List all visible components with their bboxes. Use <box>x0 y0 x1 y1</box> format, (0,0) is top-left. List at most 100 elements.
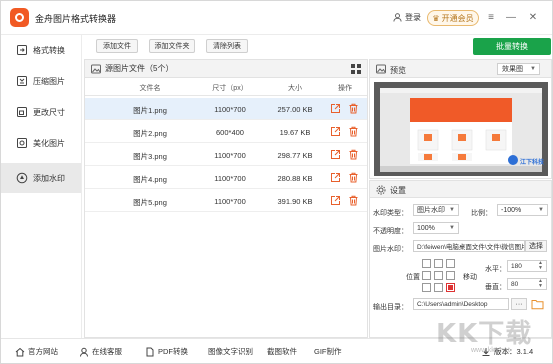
delete-icon[interactable] <box>348 103 359 114</box>
image-icon <box>376 64 386 74</box>
gear-icon <box>376 185 386 195</box>
open-file-icon[interactable] <box>330 103 341 114</box>
sidebar-item-compress[interactable]: 压缩图片 <box>1 66 81 96</box>
pdf-convert-link[interactable]: PDF转换 <box>145 346 188 357</box>
browse-button[interactable]: ··· <box>511 298 527 310</box>
stepper-arrows-icon: ▲ ▼ <box>538 260 543 271</box>
chevron-down-icon: ▼ <box>530 66 536 72</box>
preview-mode-value: 效果图 <box>502 66 523 73</box>
open-file-icon[interactable] <box>330 195 341 206</box>
add-file-button[interactable]: 添加文件 <box>96 39 138 53</box>
preview-header: 预览 效果图 ▼ <box>370 60 551 78</box>
position-bottom-left[interactable] <box>422 283 431 292</box>
output-dir-input[interactable]: C:\Users\admin\Desktop <box>413 298 509 310</box>
preview-title: 预览 <box>390 66 406 75</box>
official-site-link[interactable]: 官方网站 <box>15 346 58 357</box>
position-middle-left[interactable] <box>422 271 431 280</box>
delete-icon[interactable] <box>348 172 359 183</box>
position-top-left[interactable] <box>422 259 431 268</box>
file-list-columns: 文件名 尺寸（px） 大小 操作 <box>85 78 367 96</box>
user-icon <box>393 13 402 22</box>
clear-list-button[interactable]: 清除列表 <box>206 39 248 53</box>
table-row[interactable]: 图片1.png 1100*700 257.00 KB <box>85 98 367 120</box>
file-size: 391.90 KB <box>277 197 313 206</box>
format-convert-icon <box>17 45 27 55</box>
preview-panel: 预览 效果图 ▼ 江下科技 <box>369 59 552 179</box>
position-center[interactable] <box>434 271 443 280</box>
close-icon[interactable]: ✕ <box>526 10 540 24</box>
opacity-select[interactable]: 100% ▼ <box>413 222 459 234</box>
position-label: 位置 <box>406 274 420 281</box>
column-actions: 操作 <box>338 85 352 92</box>
watermark-type-value: 图片水印 <box>417 207 445 214</box>
table-row[interactable]: 图片3.png 1100*700 298.77 KB <box>85 144 367 166</box>
position-bottom-right[interactable] <box>446 283 455 292</box>
crown-icon: ♛ <box>432 13 440 23</box>
ocr-label: 图像文字识别 <box>208 347 253 356</box>
add-folder-button[interactable]: 添加文件夹 <box>149 39 195 53</box>
image-watermark-label: 图片水印： <box>373 246 408 253</box>
screenshot-label: 截图软件 <box>267 347 297 356</box>
file-list-panel: 源图片文件（5个） 文件名 尺寸（px） 大小 操作 图片1.png 1100*… <box>84 59 368 338</box>
image-icon <box>91 64 101 73</box>
preview-mode-select[interactable]: 效果图 ▼ <box>497 63 540 75</box>
position-middle-right[interactable] <box>446 271 455 280</box>
sidebar-item-format-convert[interactable]: 格式转换 <box>1 35 81 65</box>
open-file-icon[interactable] <box>330 172 341 183</box>
open-file-icon[interactable] <box>330 149 341 160</box>
watermark-type-label: 水印类型： <box>373 210 408 217</box>
pdf-icon <box>146 347 154 356</box>
login-link[interactable]: 登录 <box>393 12 421 23</box>
grid-view-icon[interactable] <box>351 64 361 74</box>
file-list-title: 源图片文件（5个） <box>105 64 174 73</box>
position-top-center[interactable] <box>434 259 443 268</box>
settings-title: 设置 <box>390 186 406 195</box>
file-name: 图片2.png <box>133 129 167 138</box>
batch-convert-button[interactable]: 批量转换 <box>473 38 551 55</box>
open-file-icon[interactable] <box>330 126 341 137</box>
preview-watermark-text: 江下科技 <box>520 160 545 166</box>
vertical-value: 80 <box>511 280 519 288</box>
chevron-down-icon: ▼ <box>449 225 455 231</box>
ratio-select[interactable]: -100% ▼ <box>497 204 548 216</box>
vertical-stepper[interactable]: 80 ▲ ▼ <box>507 278 547 290</box>
folder-icon[interactable] <box>531 298 544 310</box>
headset-icon <box>80 347 88 357</box>
position-bottom-center[interactable] <box>434 283 443 292</box>
file-dimensions: 600*400 <box>216 128 244 137</box>
image-watermark-path-input[interactable]: D:\feiwen\电脑桌面文件\文件\微信图片 <box>413 240 525 252</box>
delete-icon[interactable] <box>348 126 359 137</box>
table-row[interactable]: 图片4.png 1100*700 280.88 KB <box>85 167 367 189</box>
table-row[interactable]: 图片5.png 1100*700 391.90 KB <box>85 190 367 212</box>
minimize-icon[interactable]: — <box>504 10 518 24</box>
watermark-type-select[interactable]: 图片水印 ▼ <box>413 204 459 216</box>
choose-button[interactable]: 选择 <box>525 240 547 252</box>
title-bar: 金舟图片格式转换器 登录 ♛ 开通会员 ≡ — ✕ <box>1 1 552 35</box>
stepper-arrows-icon: ▲ ▼ <box>538 278 543 289</box>
site-watermark-url: www.kkx.net <box>471 347 510 354</box>
position-top-right[interactable] <box>446 259 455 268</box>
screenshot-link[interactable]: 截图软件 <box>267 346 297 357</box>
horizontal-stepper[interactable]: 180 ▲ ▼ <box>507 260 547 272</box>
online-service-link[interactable]: 在线客服 <box>79 346 122 357</box>
sidebar-item-watermark[interactable]: 添加水印 <box>1 163 81 193</box>
preview-image: 江下科技 <box>374 82 548 176</box>
vip-button[interactable]: ♛ 开通会员 <box>427 10 479 26</box>
vertical-label: 垂直： <box>485 284 506 291</box>
home-icon <box>15 347 25 356</box>
delete-icon[interactable] <box>348 195 359 206</box>
ratio-value: -100% <box>501 206 522 214</box>
table-row[interactable]: 图片2.png 600*400 19.67 KB <box>85 121 367 143</box>
app-title: 金舟图片格式转换器 <box>35 14 117 24</box>
ocr-link[interactable]: 图像文字识别 <box>208 346 253 357</box>
sidebar: 格式转换 压缩图片 更改尺寸 美化图片 添加水印 <box>1 35 82 338</box>
file-dimensions: 1100*700 <box>214 197 246 206</box>
watermark-icon <box>16 172 28 184</box>
sidebar-item-resize[interactable]: 更改尺寸 <box>1 97 81 127</box>
ratio-label: 比例： <box>471 210 492 217</box>
delete-icon[interactable] <box>348 149 359 160</box>
gif-link[interactable]: GIF制作 <box>314 346 342 357</box>
menu-icon[interactable]: ≡ <box>484 10 498 24</box>
pdf-convert-label: PDF转换 <box>158 347 188 356</box>
sidebar-item-beautify[interactable]: 美化图片 <box>1 128 81 158</box>
